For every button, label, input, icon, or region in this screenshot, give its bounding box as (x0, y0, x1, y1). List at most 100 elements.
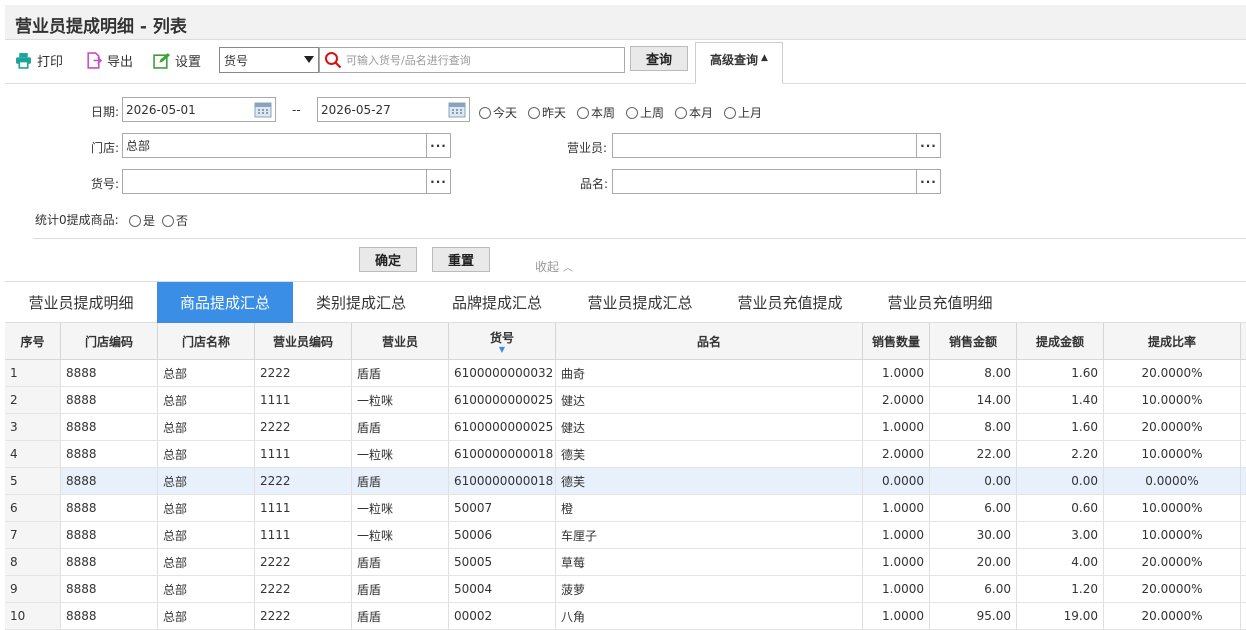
col-header-amount[interactable]: 销售金额 (930, 323, 1017, 359)
store-label: 门店: (91, 141, 120, 155)
collapse-link[interactable]: 收起 ︿ (535, 258, 573, 275)
chevron-up-icon: ︿ (562, 263, 573, 274)
quick-date-this-week[interactable]: 本周 (577, 104, 615, 121)
cell-qty: 1.0000 (863, 360, 930, 386)
cell-store-code: 8888 (61, 468, 158, 494)
col-header-rate[interactable]: 提成比率 (1104, 323, 1241, 359)
table-row[interactable]: 6 8888 总部 1111 一粒咪 50007 橙 1.0000 6.00 0.60 10.000… (5, 495, 1246, 522)
cell-clerk-code: 2222 (255, 549, 352, 575)
zero-commission-yes[interactable]: 是 (129, 212, 155, 229)
table-row[interactable]: 7 8888 总部 1111 一粒咪 50006 车厘子 1.0000 30.00 3.00 10.… (5, 522, 1246, 549)
zero-commission-label: 统计0提成商品: (35, 213, 119, 227)
table-row[interactable]: 10 8888 总部 2222 盾盾 00002 八角 1.0000 95.00 19.00 20.… (5, 603, 1246, 630)
cell-qty: 2.0000 (863, 387, 930, 413)
quick-date-this-month[interactable]: 本月 (675, 104, 713, 121)
cell-rate: 20.0000% (1104, 414, 1241, 440)
cell-qty: 0.0000 (863, 468, 930, 494)
advanced-query-button[interactable]: 高级查询 ▲ (695, 42, 783, 84)
cell-rate: 20.0000% (1104, 576, 1241, 602)
cell-index: 2 (5, 387, 61, 413)
print-label: 打印 (37, 54, 64, 70)
cell-clerk-code: 1111 (255, 387, 352, 413)
cell-amount: 30.00 (930, 522, 1017, 548)
cell-item-name: 车厘子 (556, 522, 863, 548)
cell-item-code: 6100000000025 (449, 414, 556, 440)
col-header-qty[interactable]: 销售数量 (863, 323, 930, 359)
quick-date-yesterday[interactable]: 昨天 (528, 104, 566, 121)
table-row[interactable]: 1 8888 总部 2222 盾盾 6100000000032 曲奇 1.0000 8.00 1.… (5, 360, 1246, 387)
zero-commission-no[interactable]: 否 (162, 212, 188, 229)
settings-button[interactable]: 设置 (153, 50, 201, 70)
tab-clerk-recharge-commission[interactable]: 营业员充值提成 (715, 282, 865, 323)
col-header-store-code[interactable]: 门店编码 (61, 323, 158, 359)
date-from-input[interactable]: 2026-05-01 (122, 97, 276, 122)
cell-clerk-code: 1111 (255, 522, 352, 548)
date-to-input[interactable]: 2026-05-27 (317, 97, 470, 122)
cell-qty: 1.0000 (863, 603, 930, 629)
cell-clerk-code: 2222 (255, 468, 352, 494)
cell-item-name: 草莓 (556, 549, 863, 575)
table-row[interactable]: 5 8888 总部 2222 盾盾 6100000000018 德芙 0.0000 0.00 0.… (5, 468, 1246, 495)
cell-commission: 4.00 (1017, 549, 1104, 575)
cell-commission: 0.60 (1017, 495, 1104, 521)
radio-circle (129, 214, 141, 227)
col-header-index[interactable]: 序号 (5, 323, 61, 359)
search-field-select[interactable]: 货号 (219, 47, 319, 73)
calendar-icon[interactable] (254, 101, 272, 118)
tab-category-commission-summary[interactable]: 类别提成汇总 (293, 282, 429, 323)
name-input[interactable]: ··· (612, 169, 941, 194)
cell-item-code: 50004 (449, 576, 556, 602)
search-input[interactable]: 可输入货号/品名进行查询 (319, 47, 625, 73)
tab-clerk-recharge-detail[interactable]: 营业员充值明细 (865, 282, 1015, 323)
tab-clerk-commission-summary[interactable]: 营业员提成汇总 (565, 282, 715, 323)
page-title: 营业员提成明细 - 列表 (15, 17, 187, 37)
cell-item-name: 八角 (556, 603, 863, 629)
advanced-query-label: 高级查询 (710, 53, 759, 67)
reset-button[interactable]: 重置 (432, 247, 490, 272)
cell-index: 10 (5, 603, 61, 629)
quick-date-last-month[interactable]: 上月 (724, 104, 762, 121)
radio-circle (577, 106, 589, 119)
clerk-picker-button[interactable]: ··· (916, 134, 940, 157)
col-header-item-name[interactable]: 品名 (556, 323, 863, 359)
search-placeholder: 可输入货号/品名进行查询 (346, 54, 471, 67)
tab-clerk-commission-detail[interactable]: 营业员提成明细 (5, 282, 157, 323)
settings-label: 设置 (175, 54, 202, 70)
cell-index: 6 (5, 495, 61, 521)
quick-date-today[interactable]: 今天 (479, 104, 517, 121)
export-button[interactable]: 导出 (85, 50, 133, 70)
calendar-icon[interactable] (448, 101, 466, 118)
clerk-input[interactable]: ··· (612, 133, 941, 158)
code-input[interactable]: ··· (122, 169, 451, 194)
tab-product-commission-summary[interactable]: 商品提成汇总 (157, 282, 293, 323)
confirm-button[interactable]: 确定 (359, 247, 417, 272)
print-button[interactable]: 打印 (15, 50, 63, 70)
cell-amount: 8.00 (930, 414, 1017, 440)
quick-date-last-week[interactable]: 上周 (626, 104, 664, 121)
name-picker-button[interactable]: ··· (916, 170, 940, 193)
cell-clerk: 盾盾 (352, 414, 449, 440)
tab-brand-commission-summary[interactable]: 品牌提成汇总 (429, 282, 565, 323)
col-header-store-name[interactable]: 门店名称 (158, 323, 255, 359)
table-row[interactable]: 2 8888 总部 1111 一粒咪 6100000000025 健达 2.0000 14.00… (5, 387, 1246, 414)
cell-store-name: 总部 (158, 495, 255, 521)
col-header-clerk[interactable]: 营业员 (352, 323, 449, 359)
code-picker-button[interactable]: ··· (426, 170, 450, 193)
store-input[interactable]: 总部 ··· (122, 133, 451, 158)
cell-index: 9 (5, 576, 61, 602)
date-from-value: 2026-05-01 (126, 102, 196, 117)
table-row[interactable]: 9 8888 总部 2222 盾盾 50004 菠萝 1.0000 6.00 1.20 20.000… (5, 576, 1246, 603)
table-row[interactable]: 3 8888 总部 2222 盾盾 6100000000025 健达 1.0000 8.00 1.… (5, 414, 1246, 441)
query-button[interactable]: 查询 (630, 46, 688, 71)
cell-qty: 1.0000 (863, 549, 930, 575)
col-header-clerk-code[interactable]: 营业员编码 (255, 323, 352, 359)
cell-item-name: 德芙 (556, 468, 863, 494)
sort-desc-icon: ▼ (498, 344, 506, 354)
title-bar: 营业员提成明细 - 列表 (5, 5, 1246, 40)
cell-item-code: 50005 (449, 549, 556, 575)
store-picker-button[interactable]: ··· (426, 134, 450, 157)
col-header-commission[interactable]: 提成金额 (1017, 323, 1104, 359)
table-row[interactable]: 8 8888 总部 2222 盾盾 50005 草莓 1.0000 20.00 4.00 20.00… (5, 549, 1246, 576)
col-header-item-code[interactable]: 货号 ▼ (449, 323, 556, 359)
table-row[interactable]: 4 8888 总部 1111 一粒咪 6100000000018 德芙 2.0000 22.00… (5, 441, 1246, 468)
